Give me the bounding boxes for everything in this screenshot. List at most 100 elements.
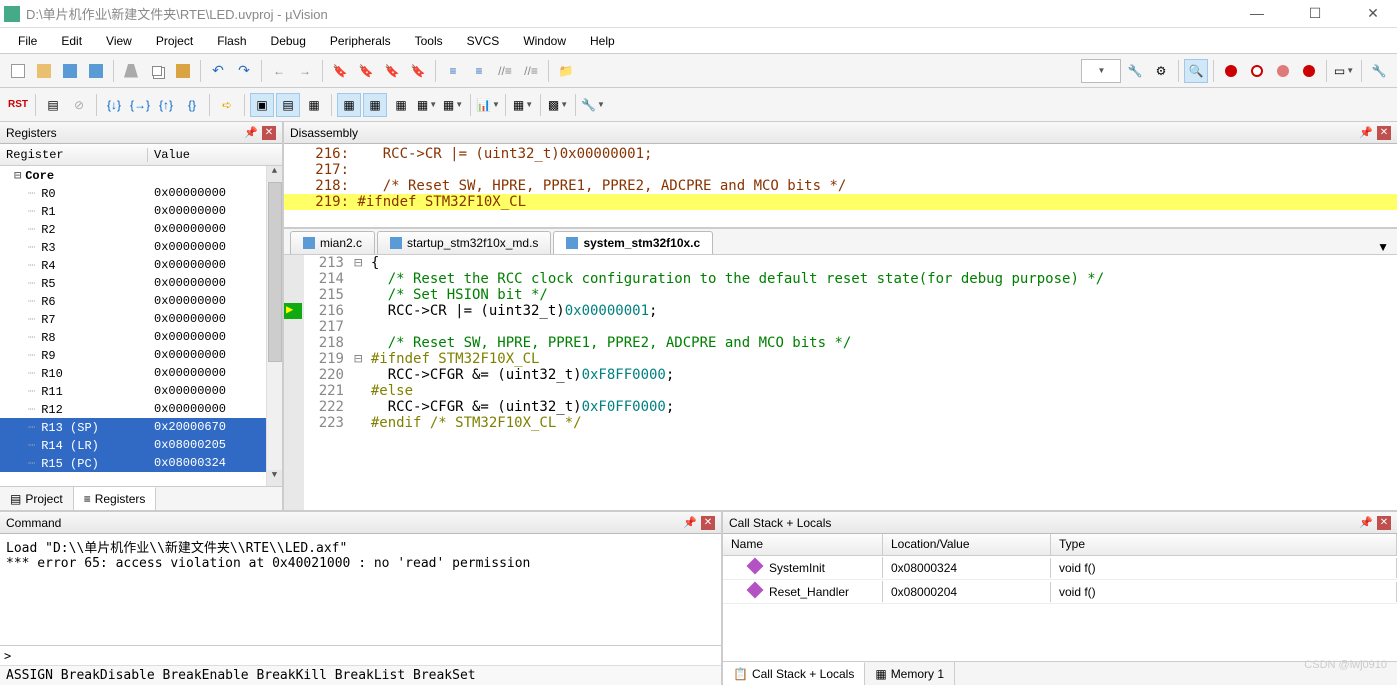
registers-list[interactable]: Core R00x00000000R10x00000000R20x0000000… [0, 166, 282, 486]
close-button[interactable]: ✕ [1353, 5, 1393, 22]
file-tab[interactable]: system_stm32f10x.c [553, 231, 713, 254]
step-into-button[interactable]: {↓} [102, 93, 126, 117]
uncomment-button[interactable]: //≡ [519, 59, 543, 83]
outdent-button[interactable]: ≡ [467, 59, 491, 83]
register-row[interactable]: R00x00000000 [0, 184, 282, 202]
register-group-core[interactable]: Core [0, 168, 54, 183]
memory-window-button[interactable]: ▦▼ [415, 93, 439, 117]
scroll-up-button[interactable]: ▲ [267, 166, 282, 182]
pin-icon[interactable]: 📌 [244, 126, 258, 139]
registers-window-button[interactable]: ▦ [337, 93, 361, 117]
registers-tab[interactable]: ≡Registers [74, 487, 157, 510]
watch-window-button[interactable]: ▦ [389, 93, 413, 117]
command-window-button[interactable]: ▣ [250, 93, 274, 117]
run-button[interactable]: ▤ [41, 93, 65, 117]
file-tab[interactable]: startup_stm32f10x_md.s [377, 231, 551, 254]
paste-button[interactable] [171, 59, 195, 83]
find-in-files-button[interactable]: 📁 [554, 59, 578, 83]
menu-project[interactable]: Project [146, 30, 203, 52]
code-line[interactable]: RCC->CFGR &= (uint32_t)0xF0FF0000; [354, 399, 1397, 415]
disassembly-view[interactable]: 216: RCC->CR |= (uint32_t)0x00000001; 21… [284, 144, 1397, 229]
redo-button[interactable]: ↷ [232, 59, 256, 83]
bookmark-button[interactable]: 🔖 [328, 59, 352, 83]
tabs-dropdown-button[interactable]: ▼ [1377, 240, 1389, 254]
code-line[interactable]: ⊟ { [354, 255, 1397, 271]
command-input[interactable]: > [0, 645, 721, 665]
code-editor[interactable]: 213214215216217218219220221222223 ⊟ { /*… [284, 255, 1397, 510]
close-panel-button[interactable]: ✕ [701, 516, 715, 530]
menu-peripherals[interactable]: Peripherals [320, 30, 401, 52]
step-out-button[interactable]: {↑} [154, 93, 178, 117]
code-line[interactable] [354, 319, 1397, 335]
menu-window[interactable]: Window [513, 30, 576, 52]
debug-options-button[interactable]: ⚙ [1149, 59, 1173, 83]
step-over-button[interactable]: {→} [128, 93, 152, 117]
show-next-button[interactable]: ➪ [215, 93, 239, 117]
menu-help[interactable]: Help [580, 30, 625, 52]
breakpoint-enable-button[interactable] [1245, 59, 1269, 83]
nav-back-button[interactable]: ← [267, 59, 291, 83]
register-row[interactable]: R15 (PC)0x08000324 [0, 454, 282, 472]
undo-button[interactable]: ↶ [206, 59, 230, 83]
register-row[interactable]: R80x00000000 [0, 328, 282, 346]
pin-icon[interactable]: 📌 [683, 516, 697, 529]
file-tab[interactable]: mian2.c [290, 231, 375, 254]
menu-debug[interactable]: Debug [261, 30, 316, 52]
register-row[interactable]: R90x00000000 [0, 346, 282, 364]
reset-button[interactable]: RST [6, 93, 30, 117]
menu-view[interactable]: View [96, 30, 142, 52]
register-row[interactable]: R10x00000000 [0, 202, 282, 220]
scroll-down-button[interactable]: ▼ [267, 470, 282, 486]
code-line[interactable]: #else [354, 383, 1397, 399]
maximize-button[interactable]: ☐ [1295, 5, 1335, 22]
save-all-button[interactable] [84, 59, 108, 83]
copy-button[interactable] [145, 59, 169, 83]
system-viewer-button[interactable]: ▩▼ [546, 93, 570, 117]
register-row[interactable]: R20x00000000 [0, 220, 282, 238]
breakpoint-insert-button[interactable] [1219, 59, 1243, 83]
register-row[interactable]: R110x00000000 [0, 382, 282, 400]
command-output[interactable]: Load "D:\\单片机作业\\新建文件夹\\RTE\\LED.axf"***… [0, 534, 721, 645]
register-row[interactable]: R100x00000000 [0, 364, 282, 382]
menu-flash[interactable]: Flash [207, 30, 256, 52]
close-panel-button[interactable]: ✕ [1377, 126, 1391, 140]
register-row[interactable]: R40x00000000 [0, 256, 282, 274]
scroll-thumb[interactable] [268, 182, 282, 362]
indent-button[interactable]: ≡ [441, 59, 465, 83]
bookmark-clear-button[interactable]: 🔖 [406, 59, 430, 83]
pin-icon[interactable]: 📌 [1359, 126, 1373, 139]
register-row[interactable]: R13 (SP)0x20000670 [0, 418, 282, 436]
minimize-button[interactable]: — [1237, 5, 1277, 22]
open-file-button[interactable] [32, 59, 56, 83]
nav-forward-button[interactable]: → [293, 59, 317, 83]
register-row[interactable]: R60x00000000 [0, 292, 282, 310]
debug-start-button[interactable]: 🔍 [1184, 59, 1208, 83]
save-button[interactable] [58, 59, 82, 83]
memory-tab[interactable]: ▦Memory 1 [865, 662, 955, 685]
analysis-window-button[interactable]: 📊▼ [476, 93, 500, 117]
code-line[interactable]: /* Reset the RCC clock configuration to … [354, 271, 1397, 287]
register-row[interactable]: R14 (LR)0x08000205 [0, 436, 282, 454]
symbols-window-button[interactable]: ▦ [302, 93, 326, 117]
disasm-line[interactable]: 219: #ifndef STM32F10X_CL [284, 194, 1397, 210]
menu-file[interactable]: File [8, 30, 47, 52]
project-tab[interactable]: ▤Project [0, 487, 74, 510]
disasm-line[interactable]: 216: RCC->CR |= (uint32_t)0x00000001; [284, 146, 1397, 162]
code-line[interactable]: RCC->CFGR &= (uint32_t)0xF8FF0000; [354, 367, 1397, 383]
tools-button[interactable]: 🔧 [1367, 59, 1391, 83]
register-row[interactable]: R70x00000000 [0, 310, 282, 328]
callstack-window-button[interactable]: ▦ [363, 93, 387, 117]
code-line[interactable]: RCC->CR |= (uint32_t)0x00000001; [354, 303, 1397, 319]
bookmark-next-button[interactable]: 🔖 [380, 59, 404, 83]
register-row[interactable]: R30x00000000 [0, 238, 282, 256]
disassembly-window-button[interactable]: ▤ [276, 93, 300, 117]
menu-tools[interactable]: Tools [405, 30, 453, 52]
window-layout-button[interactable]: ▭▼ [1332, 59, 1356, 83]
new-file-button[interactable] [6, 59, 30, 83]
find-combo[interactable]: ▼ [1081, 59, 1121, 83]
callstack-tab[interactable]: 📋Call Stack + Locals [723, 662, 865, 685]
pin-icon[interactable]: 📌 [1359, 516, 1373, 529]
code-line[interactable]: #endif /* STM32F10X_CL */ [354, 415, 1397, 431]
code-line[interactable]: /* Reset SW, HPRE, PPRE1, PPRE2, ADCPRE … [354, 335, 1397, 351]
run-to-cursor-button[interactable]: {} [180, 93, 204, 117]
